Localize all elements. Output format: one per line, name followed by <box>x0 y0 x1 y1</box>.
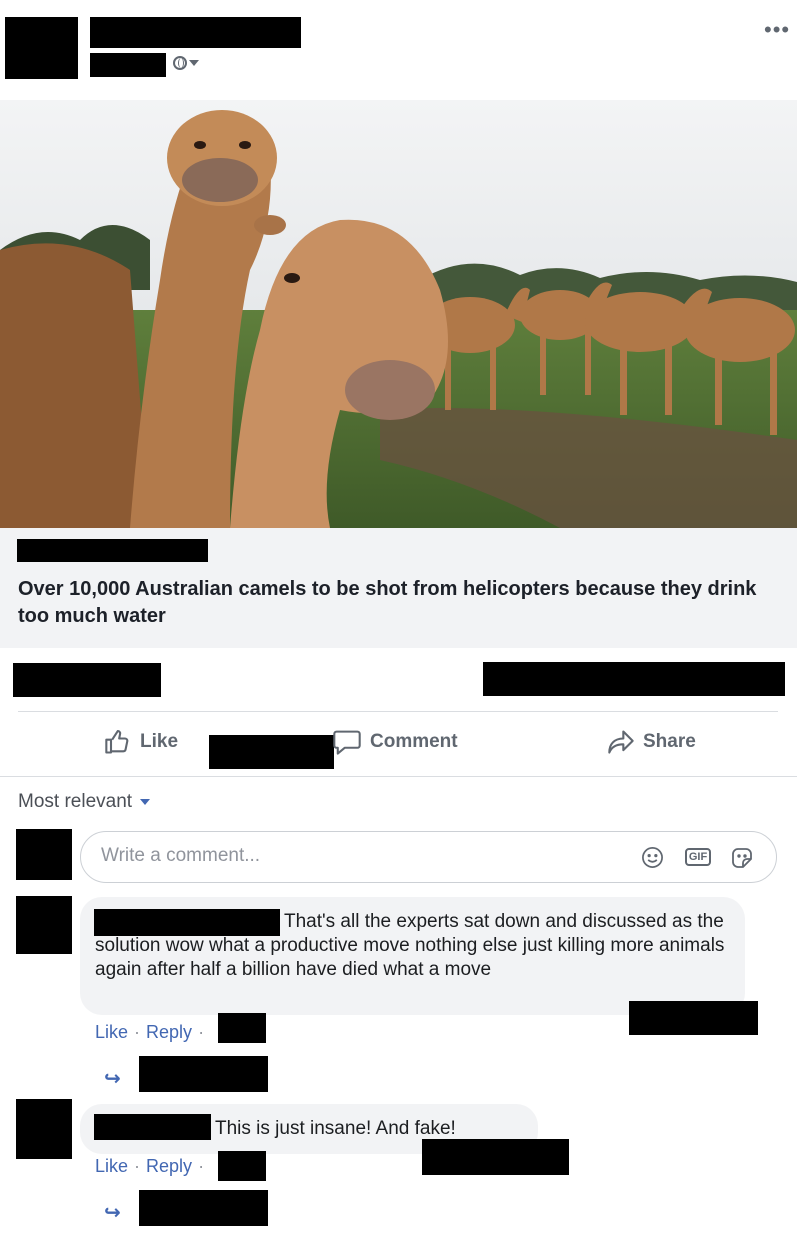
separator: · <box>134 1156 141 1176</box>
comment-label: Comment <box>370 731 458 752</box>
link-preview-image[interactable] <box>0 100 797 528</box>
speech-bubble-icon <box>332 728 362 756</box>
commenter-name[interactable] <box>94 1114 211 1140</box>
like-button[interactable]: Like <box>104 728 178 756</box>
comment-actions: Like · Reply · <box>95 1022 204 1043</box>
comment-sort-dropdown[interactable]: Most relevant <box>18 791 151 813</box>
comment-text: That's all the experts sat down and disc… <box>95 911 725 980</box>
emoji-icon[interactable] <box>641 846 664 868</box>
share-label: Share <box>643 731 696 752</box>
redacted-overlay <box>209 735 334 769</box>
chevron-down-icon <box>189 60 199 66</box>
comment-actions: Like · Reply · <box>95 1156 204 1177</box>
post-timestamp[interactable] <box>90 53 166 77</box>
share-button[interactable]: Share <box>607 728 696 756</box>
separator: · <box>198 1156 205 1176</box>
privacy-selector[interactable] <box>173 56 199 70</box>
current-user-avatar <box>16 829 72 880</box>
comment-reaction-count[interactable] <box>629 1001 758 1035</box>
separator: · <box>198 1022 205 1042</box>
comment-input[interactable] <box>99 844 623 868</box>
comment-reply-link[interactable]: Reply <box>146 1156 192 1177</box>
link-domain <box>17 539 208 562</box>
reaction-count[interactable] <box>13 663 161 697</box>
author-name[interactable] <box>90 17 301 48</box>
comment-like-link[interactable]: Like <box>95 1156 128 1177</box>
commenter-avatar[interactable] <box>16 1099 72 1159</box>
camels-photo <box>0 100 797 528</box>
sort-label: Most relevant <box>18 791 133 812</box>
divider <box>0 776 797 777</box>
view-replies-link[interactable] <box>139 1190 268 1226</box>
comment-like-link[interactable]: Like <box>95 1022 128 1043</box>
share-arrow-icon <box>607 729 635 755</box>
thumbs-up-icon <box>104 728 132 756</box>
comment-button[interactable]: Comment <box>332 728 458 756</box>
view-replies-link[interactable] <box>139 1056 268 1092</box>
comment-reaction-count[interactable] <box>422 1139 569 1175</box>
chevron-down-icon <box>140 799 151 805</box>
comment-reply-link[interactable]: Reply <box>146 1022 192 1043</box>
gif-icon[interactable]: GIF <box>685 846 711 868</box>
separator: · <box>134 1022 141 1042</box>
reply-arrow-icon: ↪ <box>104 1068 121 1090</box>
comment-text: This is just insane! And fake! <box>215 1118 456 1139</box>
comment-composer[interactable]: GIF <box>80 831 777 883</box>
author-avatar[interactable] <box>5 17 78 79</box>
comment-share-count[interactable] <box>483 662 785 696</box>
comment-timestamp[interactable] <box>218 1013 266 1043</box>
link-headline[interactable]: Over 10,000 Australian camels to be shot… <box>18 576 778 630</box>
globe-icon <box>173 56 187 70</box>
more-options-icon[interactable]: ••• <box>764 19 790 41</box>
commenter-avatar[interactable] <box>16 896 72 954</box>
sticker-icon[interactable] <box>730 846 754 868</box>
reply-arrow-icon: ↪ <box>104 1202 121 1224</box>
gif-label: GIF <box>685 848 711 866</box>
comment-timestamp[interactable] <box>218 1151 266 1181</box>
divider <box>18 711 778 712</box>
like-label: Like <box>140 731 179 752</box>
